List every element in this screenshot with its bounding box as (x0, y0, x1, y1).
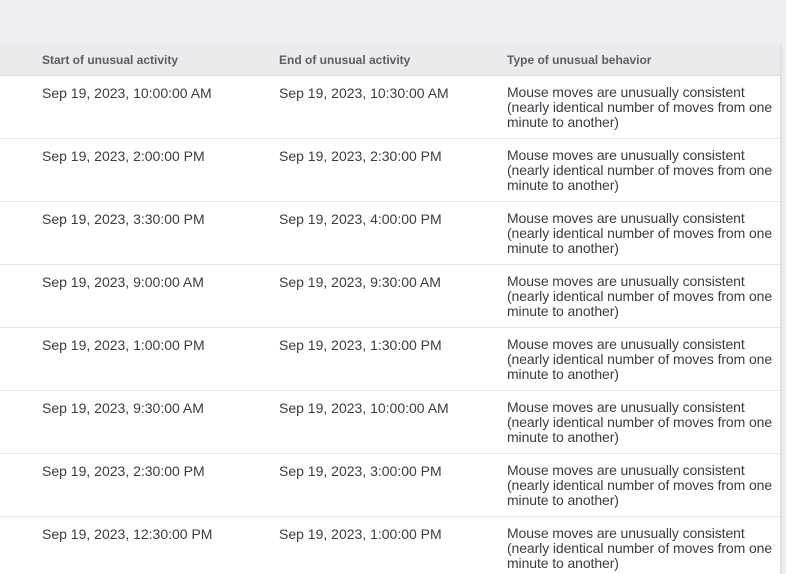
column-header-end[interactable]: End of unusual activity (279, 45, 410, 75)
type-cell: Mouse moves are unusually consistent (ne… (507, 336, 773, 382)
table-row[interactable]: Sep 19, 2023, 9:00:00 AM Sep 19, 2023, 9… (0, 265, 780, 328)
type-cell: Mouse moves are unusually consistent (ne… (507, 84, 773, 130)
type-cell: Mouse moves are unusually consistent (ne… (507, 525, 773, 571)
table-row[interactable]: Sep 19, 2023, 3:30:00 PM Sep 19, 2023, 4… (0, 202, 780, 265)
start-cell: Sep 19, 2023, 10:00:00 AM (42, 85, 212, 101)
type-cell: Mouse moves are unusually consistent (ne… (507, 210, 773, 256)
end-cell: Sep 19, 2023, 4:00:00 PM (279, 211, 442, 227)
type-cell: Mouse moves are unusually consistent (ne… (507, 399, 773, 445)
table-row[interactable]: Sep 19, 2023, 2:00:00 PM Sep 19, 2023, 2… (0, 139, 780, 202)
table-header: Start of unusual activity End of unusual… (0, 45, 780, 76)
end-cell: Sep 19, 2023, 9:30:00 AM (279, 274, 441, 290)
table-row[interactable]: Sep 19, 2023, 1:00:00 PM Sep 19, 2023, 1… (0, 328, 780, 391)
end-cell: Sep 19, 2023, 10:00:00 AM (279, 400, 449, 416)
start-cell: Sep 19, 2023, 12:30:00 PM (42, 526, 213, 542)
type-cell: Mouse moves are unusually consistent (ne… (507, 273, 773, 319)
table-row[interactable]: Sep 19, 2023, 12:30:00 PM Sep 19, 2023, … (0, 517, 780, 574)
end-cell: Sep 19, 2023, 3:00:00 PM (279, 463, 442, 479)
column-header-start[interactable]: Start of unusual activity (42, 45, 178, 75)
end-cell: Sep 19, 2023, 1:00:00 PM (279, 526, 442, 542)
start-cell: Sep 19, 2023, 9:00:00 AM (42, 274, 204, 290)
type-cell: Mouse moves are unusually consistent (ne… (507, 147, 773, 193)
start-cell: Sep 19, 2023, 9:30:00 AM (42, 400, 204, 416)
start-cell: Sep 19, 2023, 1:00:00 PM (42, 337, 205, 353)
start-cell: Sep 19, 2023, 3:30:00 PM (42, 211, 205, 227)
start-cell: Sep 19, 2023, 2:30:00 PM (42, 463, 205, 479)
end-cell: Sep 19, 2023, 2:30:00 PM (279, 148, 442, 164)
table-row[interactable]: Sep 19, 2023, 2:30:00 PM Sep 19, 2023, 3… (0, 454, 780, 517)
unusual-activity-table: Start of unusual activity End of unusual… (0, 45, 781, 574)
column-header-type[interactable]: Type of unusual behavior (507, 45, 651, 75)
table-row[interactable]: Sep 19, 2023, 10:00:00 AM Sep 19, 2023, … (0, 76, 780, 139)
end-cell: Sep 19, 2023, 1:30:00 PM (279, 337, 442, 353)
end-cell: Sep 19, 2023, 10:30:00 AM (279, 85, 449, 101)
table-row[interactable]: Sep 19, 2023, 9:30:00 AM Sep 19, 2023, 1… (0, 391, 780, 454)
start-cell: Sep 19, 2023, 2:00:00 PM (42, 148, 205, 164)
type-cell: Mouse moves are unusually consistent (ne… (507, 462, 773, 508)
